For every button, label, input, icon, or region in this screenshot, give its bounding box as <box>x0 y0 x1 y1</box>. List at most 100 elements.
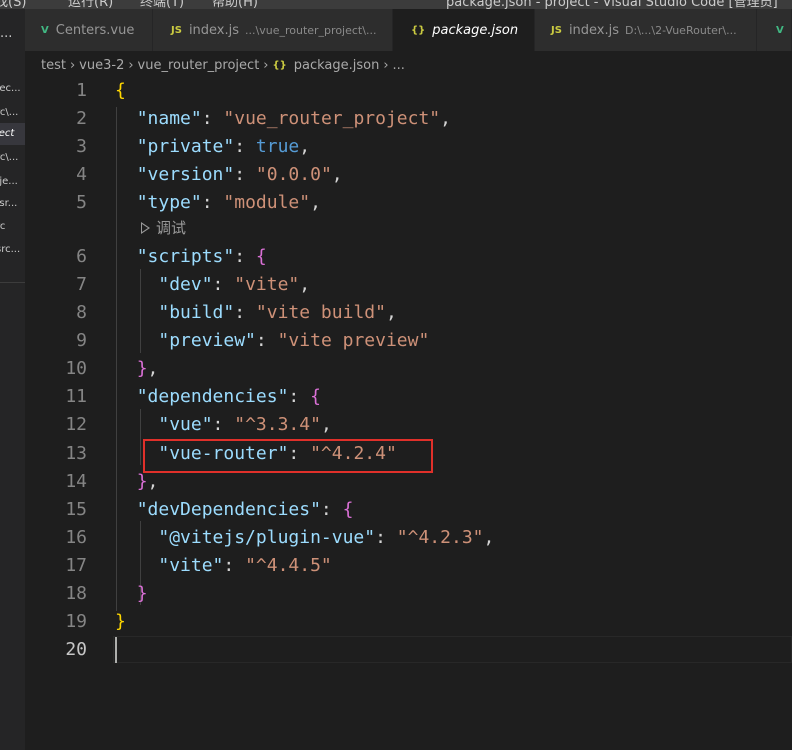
tab-label: index.js <box>568 22 620 38</box>
json-key: "vite" <box>158 555 224 576</box>
line-number: 4 <box>76 164 87 185</box>
json-key: "scripts" <box>136 246 235 267</box>
menu-bar: 寻找(S) 运行(R) 终端(T) 帮助(H) package.json - p… <box>0 0 792 9</box>
json-string: "^4.2.3" <box>396 527 484 548</box>
breadcrumb-item[interactable]: vue_router_project <box>138 58 260 73</box>
code-line: "type": "module", <box>136 192 321 213</box>
code-line: } <box>115 611 126 632</box>
json-key: "name" <box>136 108 202 129</box>
json-string: "^3.3.4" <box>234 414 321 435</box>
json-file-icon: {} <box>411 24 426 36</box>
js-file-icon: JS <box>551 24 562 36</box>
json-key: "@vitejs/plugin-vue" <box>158 527 376 548</box>
json-string: "0.0.0" <box>255 164 332 185</box>
explorer-item-selected[interactable]: ject <box>0 123 25 145</box>
tab-vue-file[interactable]: V <box>757 9 792 51</box>
breadcrumb: test › vue3-2 › vue_router_project › {} … <box>25 51 792 79</box>
code-line: "vite": "^4.4.5" <box>158 555 332 576</box>
json-key: "preview" <box>158 330 256 351</box>
vue-file-icon: V <box>776 24 784 36</box>
js-file-icon: JS <box>171 24 182 36</box>
json-key: "devDependencies" <box>136 499 321 520</box>
chevron-right-icon: › <box>128 57 134 73</box>
code-line: "@vitejs/plugin-vue": "^4.2.3", <box>158 527 495 548</box>
line-number: 15 <box>65 499 87 520</box>
line-number: 11 <box>65 386 87 407</box>
annotation-highlight-box <box>143 439 433 473</box>
explorer-item[interactable]: \ec... <box>0 78 25 100</box>
code-line: "devDependencies": { <box>136 499 354 520</box>
line-number: 17 <box>65 555 87 576</box>
code-line: "name": "vue_router_project", <box>136 108 451 129</box>
chevron-right-icon: › <box>263 57 269 73</box>
menu-item-selection[interactable]: 寻找(S) <box>0 0 26 9</box>
explorer-item[interactable]: \sr... <box>0 193 25 215</box>
line-number: 5 <box>76 192 87 213</box>
breadcrumb-item[interactable]: test <box>41 58 66 73</box>
chevron-right-icon: › <box>69 57 76 73</box>
tab-label: index.js <box>188 22 240 38</box>
json-string: "vite preview" <box>277 330 430 351</box>
json-string: "vite" <box>234 274 300 295</box>
line-number: 18 <box>65 583 87 604</box>
explorer-item[interactable]: src... <box>0 239 25 261</box>
play-icon <box>141 222 150 234</box>
code-line: } <box>136 583 148 604</box>
menu-item-run[interactable]: 运行(R) <box>68 0 113 9</box>
code-line: "preview": "vite preview" <box>158 330 430 351</box>
json-boolean: true <box>255 136 300 157</box>
line-number-current: 20 <box>65 639 87 660</box>
current-line-highlight <box>113 636 792 663</box>
code-line: }, <box>136 358 159 379</box>
json-string: "vue_router_project" <box>223 108 441 129</box>
breadcrumb-item[interactable]: vue3-2 <box>79 58 124 73</box>
menu-item-terminal[interactable]: 终端(T) <box>140 0 184 9</box>
code-line: "private": true, <box>136 136 311 157</box>
more-actions-icon[interactable]: ... <box>0 27 12 40</box>
line-number: 10 <box>65 358 87 379</box>
code-line: "dependencies": { <box>136 386 321 407</box>
text-cursor <box>115 637 117 663</box>
explorer-item[interactable]: \je... <box>0 171 25 193</box>
json-key: "dev" <box>158 274 213 295</box>
json-string: "^4.4.5" <box>245 555 332 576</box>
explorer-item[interactable]: rc\... <box>0 102 25 124</box>
code-line: "version": "0.0.0", <box>136 164 343 185</box>
json-key: "build" <box>158 302 235 323</box>
line-number: 3 <box>76 136 87 157</box>
tab-index-js-vuerouter[interactable]: JS index.js D:\...\2-VueRouter\... <box>535 9 757 51</box>
explorer-item[interactable]: rc\... <box>0 147 25 169</box>
breadcrumb-item[interactable]: package.json <box>294 58 380 73</box>
line-number: 9 <box>76 330 87 351</box>
code-line: "dev": "vite", <box>158 274 311 295</box>
json-key: "private" <box>136 136 235 157</box>
line-number: 19 <box>65 611 87 632</box>
json-string: "vite build" <box>255 302 386 323</box>
tab-index-js-router[interactable]: JS index.js ...\vue_router_project\... <box>153 9 393 51</box>
debug-codelens[interactable]: 调试 <box>141 215 186 241</box>
menu-item-help[interactable]: 帮助(H) <box>212 0 258 9</box>
explorer-item[interactable]: rc <box>0 216 25 238</box>
code-editor[interactable]: 1 2 3 4 5 6 7 8 9 10 11 12 13 14 15 16 1… <box>25 79 792 750</box>
explorer-sidebar: ... \ec... rc\... ject rc\... \je... \sr… <box>0 9 25 750</box>
line-number: 14 <box>65 471 87 492</box>
json-file-icon: {} <box>272 59 287 71</box>
chevron-right-icon: › <box>383 57 389 73</box>
vue-file-icon: V <box>41 24 49 36</box>
code-line: { <box>115 80 126 101</box>
line-number: 1 <box>76 80 87 101</box>
window-title: package.json - project - Visual Studio C… <box>446 0 778 9</box>
json-key: "vue" <box>158 414 213 435</box>
sidebar-divider <box>0 282 25 283</box>
json-key: "type" <box>136 192 202 213</box>
tab-package-json[interactable]: {} package.json <box>393 9 535 51</box>
tab-centers-vue[interactable]: V Centers.vue <box>25 9 153 51</box>
line-number: 8 <box>76 302 87 323</box>
line-number: 16 <box>65 527 87 548</box>
json-key: "dependencies" <box>136 386 289 407</box>
line-number: 7 <box>76 274 87 295</box>
line-number: 13 <box>65 443 87 464</box>
breadcrumb-item[interactable]: ... <box>393 58 405 73</box>
code-line: "vue": "^3.3.4", <box>158 414 332 435</box>
code-line: "build": "vite build", <box>158 302 397 323</box>
